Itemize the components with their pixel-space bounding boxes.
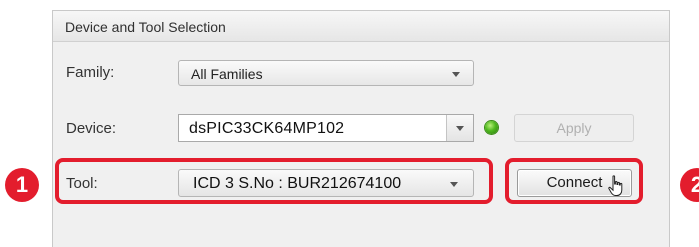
- panel-header: Device and Tool Selection: [53, 11, 669, 42]
- family-label: Family:: [66, 64, 115, 81]
- apply-button[interactable]: Apply: [514, 114, 634, 142]
- connect-button-highlight: [505, 158, 643, 204]
- callout-number-2: 2: [680, 168, 699, 202]
- family-dropdown[interactable]: All Families: [178, 60, 474, 86]
- device-combobox-value[interactable]: dsPIC33CK64MP102: [189, 120, 344, 138]
- chevron-down-icon: [456, 126, 464, 131]
- family-dropdown-value: All Families: [191, 66, 263, 82]
- device-combobox[interactable]: dsPIC33CK64MP102: [178, 114, 474, 142]
- device-dropdown-button[interactable]: [446, 115, 473, 141]
- panel-title: Device and Tool Selection: [65, 19, 226, 35]
- tool-row-highlight: [55, 158, 493, 204]
- device-label: Device:: [66, 120, 117, 137]
- chevron-down-icon: [452, 72, 460, 77]
- device-status-led-icon: [485, 121, 498, 134]
- callout-number-1: 1: [5, 168, 39, 202]
